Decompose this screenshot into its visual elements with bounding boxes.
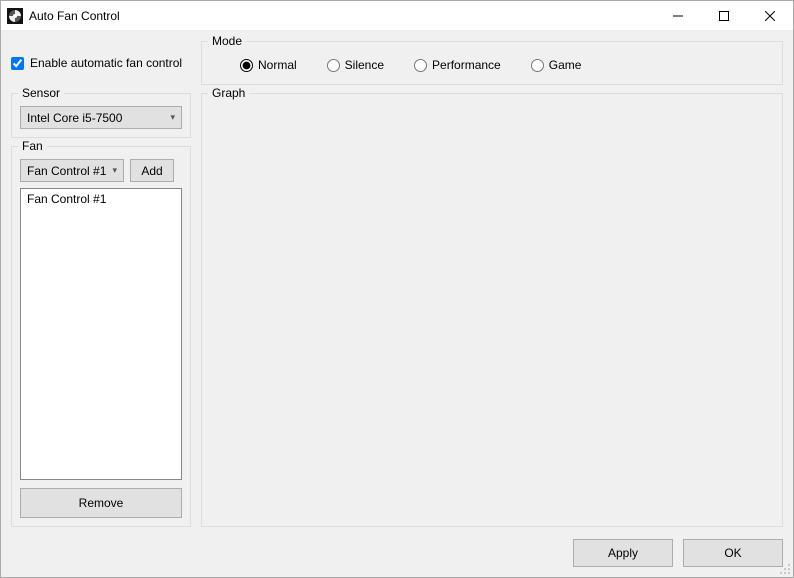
mode-radio-label: Game bbox=[549, 58, 582, 72]
mode-radio-input[interactable] bbox=[240, 59, 253, 72]
chevron-down-icon: ▾ bbox=[112, 165, 117, 176]
mode-radio-normal[interactable]: Normal bbox=[240, 58, 297, 72]
graph-group: Graph bbox=[201, 93, 783, 527]
add-button-label: Add bbox=[141, 164, 162, 178]
mode-radio-input[interactable] bbox=[414, 59, 427, 72]
chevron-down-icon: ▾ bbox=[170, 112, 175, 123]
fan-select[interactable]: Fan Control #1 ▾ bbox=[20, 159, 124, 182]
ok-button-label: OK bbox=[724, 546, 741, 560]
enable-checkbox-wrap[interactable]: Enable automatic fan control bbox=[11, 56, 182, 70]
window-title: Auto Fan Control bbox=[29, 9, 120, 23]
enable-area: Enable automatic fan control bbox=[11, 41, 191, 85]
enable-label: Enable automatic fan control bbox=[30, 56, 182, 70]
sensor-group-label: Sensor bbox=[18, 86, 64, 100]
graph-group-label: Graph bbox=[208, 86, 249, 100]
mode-radio-silence[interactable]: Silence bbox=[327, 58, 384, 72]
client-area: Enable automatic fan control Mode Normal… bbox=[1, 31, 793, 577]
dialog-buttons: Apply OK bbox=[11, 535, 783, 567]
maximize-button[interactable] bbox=[701, 1, 747, 30]
list-item[interactable]: Fan Control #1 bbox=[25, 191, 177, 207]
enable-checkbox[interactable] bbox=[11, 57, 24, 70]
minimize-icon bbox=[673, 11, 683, 21]
mode-radio-performance[interactable]: Performance bbox=[414, 58, 501, 72]
remove-button[interactable]: Remove bbox=[20, 488, 182, 518]
sensor-selected-text: Intel Core i5-7500 bbox=[27, 111, 122, 125]
mode-radio-game[interactable]: Game bbox=[531, 58, 582, 72]
close-button[interactable] bbox=[747, 1, 793, 30]
close-icon bbox=[765, 11, 775, 21]
fan-selected-text: Fan Control #1 bbox=[27, 164, 106, 178]
resize-grip-icon bbox=[779, 563, 791, 575]
fan-group-label: Fan bbox=[18, 139, 47, 153]
mode-radio-row: Normal Silence Performance Game bbox=[210, 54, 774, 76]
mode-radio-input[interactable] bbox=[327, 59, 340, 72]
titlebar: Auto Fan Control bbox=[1, 1, 793, 31]
app-icon bbox=[7, 8, 23, 24]
remove-button-label: Remove bbox=[79, 496, 124, 510]
minimize-button[interactable] bbox=[655, 1, 701, 30]
ok-button[interactable]: OK bbox=[683, 539, 783, 567]
fan-listbox[interactable]: Fan Control #1 bbox=[20, 188, 182, 480]
graph-canvas bbox=[210, 106, 774, 518]
apply-button[interactable]: Apply bbox=[573, 539, 673, 567]
maximize-icon bbox=[719, 11, 729, 21]
window-controls bbox=[655, 1, 793, 30]
mode-radio-label: Silence bbox=[345, 58, 384, 72]
add-button[interactable]: Add bbox=[130, 159, 174, 182]
window: Auto Fan Control Enable automatic fan co… bbox=[0, 0, 794, 578]
apply-button-label: Apply bbox=[608, 546, 638, 560]
mode-radio-input[interactable] bbox=[531, 59, 544, 72]
mode-radio-label: Performance bbox=[432, 58, 501, 72]
mode-radio-label: Normal bbox=[258, 58, 297, 72]
mode-group: Mode NormalSilencePerformanceGame bbox=[201, 41, 783, 85]
mode-group-label: Mode bbox=[208, 34, 246, 48]
resize-grip[interactable] bbox=[779, 563, 791, 575]
sensor-select[interactable]: Intel Core i5-7500 ▾ bbox=[20, 106, 182, 129]
fan-group: Fan Fan Control #1 ▾ Add Fan Control #1 … bbox=[11, 146, 191, 527]
sensor-group: Sensor Intel Core i5-7500 ▾ bbox=[11, 93, 191, 138]
